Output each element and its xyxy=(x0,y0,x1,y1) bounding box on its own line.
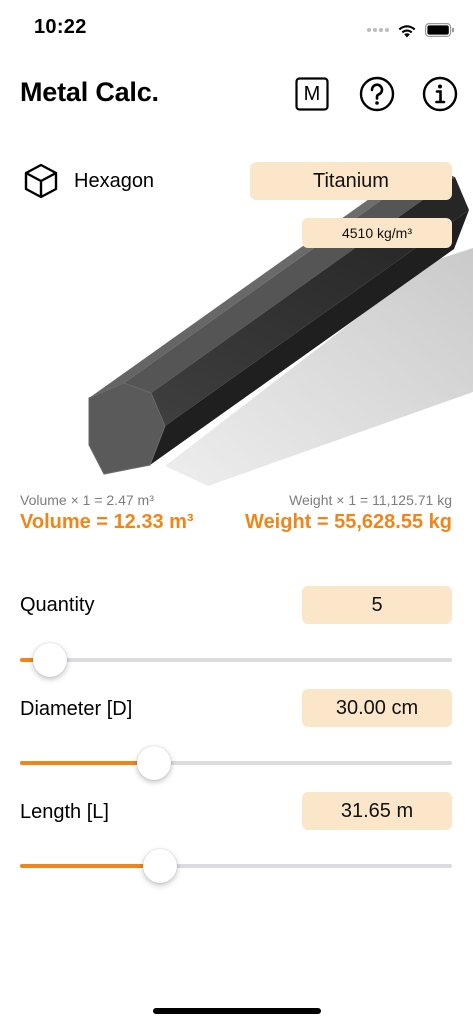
diameter-field[interactable]: 30.00 cm xyxy=(302,689,452,727)
status-icons xyxy=(367,20,455,40)
diameter-slider[interactable] xyxy=(20,746,452,780)
weight-single-result: Weight × 1 = 11,125.71 kg xyxy=(289,492,452,508)
info-circle-icon xyxy=(422,76,458,112)
length-slider-fill xyxy=(20,864,161,868)
weight-total-result: Weight = 55,628.55 kg xyxy=(245,511,452,533)
volume-single-result: Volume × 1 = 2.47 m³ xyxy=(20,492,154,508)
app-title: Metal Calc. xyxy=(20,77,159,107)
memory-button[interactable]: M xyxy=(294,76,330,112)
volume-total-result: Volume = 12.33 m³ xyxy=(20,511,194,533)
density-badge: 4510 kg/m³ xyxy=(302,218,452,248)
length-field[interactable]: 31.65 m xyxy=(302,792,452,830)
length-slider[interactable] xyxy=(20,849,452,883)
home-indicator xyxy=(153,1008,321,1014)
wifi-icon xyxy=(398,24,416,37)
diameter-label: Diameter [D] xyxy=(20,698,133,720)
quantity-field[interactable]: 5 xyxy=(302,586,452,624)
material-selector[interactable]: Titanium xyxy=(250,162,452,200)
info-button[interactable] xyxy=(422,76,458,112)
quantity-label: Quantity xyxy=(20,594,95,616)
question-circle-icon xyxy=(359,76,395,112)
memory-button-label: M xyxy=(303,82,321,105)
diameter-slider-fill xyxy=(20,761,154,765)
status-time: 10:22 xyxy=(34,16,87,38)
length-slider-thumb[interactable] xyxy=(143,849,178,883)
quantity-slider-thumb[interactable] xyxy=(33,643,68,677)
hexagon-bar-render xyxy=(88,167,473,486)
length-label: Length [L] xyxy=(20,801,109,823)
help-button[interactable] xyxy=(359,76,395,112)
diameter-slider-thumb[interactable] xyxy=(136,746,171,780)
battery-icon xyxy=(425,23,454,37)
quantity-slider[interactable] xyxy=(20,643,452,677)
signal-icon xyxy=(367,28,389,32)
